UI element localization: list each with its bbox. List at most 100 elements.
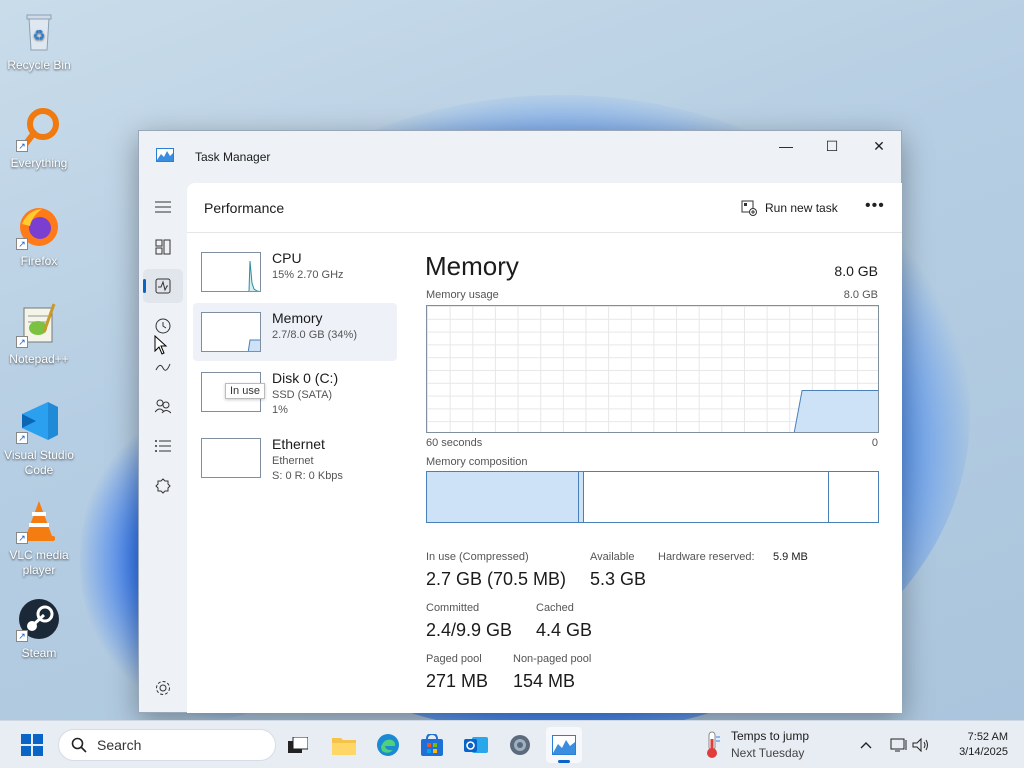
- notepadpp-icon: ↗: [16, 302, 62, 348]
- resource-detail: SSD (SATA): [272, 389, 333, 401]
- start-button[interactable]: [14, 727, 50, 763]
- shortcut-arrow-icon: ↗: [16, 336, 28, 348]
- main-content: Performance Run new task ••• CPU 15% 2.7…: [187, 183, 902, 713]
- hamburger-menu-button[interactable]: [143, 190, 183, 224]
- task-manager-icon: [552, 735, 576, 755]
- non-paged-pool-value: 154 MB: [513, 671, 576, 691]
- edge-button[interactable]: [370, 727, 406, 763]
- taskbar-search[interactable]: Search: [58, 729, 276, 761]
- task-view-button[interactable]: [280, 727, 316, 763]
- search-placeholder: Search: [97, 737, 142, 753]
- system-tray-quick-settings[interactable]: [884, 727, 936, 763]
- nav-users[interactable]: [143, 389, 183, 423]
- mouse-cursor-icon: [154, 335, 168, 355]
- task-manager-taskbar-button[interactable]: [546, 727, 582, 763]
- nav-settings[interactable]: [143, 671, 183, 705]
- page-header: Performance Run new task •••: [187, 183, 902, 233]
- memory-usage-max: 8.0 GB: [843, 289, 878, 301]
- desktop-icon-label: Firefox: [20, 254, 58, 268]
- navigation-sidebar: [139, 183, 187, 713]
- close-button[interactable]: ✕: [856, 131, 902, 161]
- outlook-button[interactable]: [458, 727, 494, 763]
- resource-disk[interactable]: Disk 0 (C:) SSD (SATA) 1%: [193, 363, 397, 421]
- show-hidden-icons-button[interactable]: [852, 727, 880, 763]
- resource-detail: 1%: [272, 404, 288, 416]
- steam-icon: ↗: [16, 596, 62, 642]
- nav-processes[interactable]: [143, 230, 183, 264]
- desktop-icon-recycle-bin[interactable]: ♻ Recycle Bin: [2, 8, 76, 73]
- microsoft-store-icon: [421, 734, 443, 756]
- desktop-icon-label: Notepad++: [9, 352, 69, 366]
- resource-name: Ethernet: [272, 436, 325, 452]
- task-manager-app-icon: [156, 148, 174, 162]
- title-bar[interactable]: Task Manager — ☐ ✕: [139, 131, 901, 183]
- more-options-button[interactable]: •••: [865, 197, 885, 215]
- graph-time-left: 60 seconds: [426, 437, 483, 449]
- window-title: Task Manager: [195, 150, 271, 164]
- committed-value: 2.4/9.9 GB: [426, 620, 513, 640]
- shortcut-arrow-icon: ↗: [16, 140, 28, 152]
- desktop-icon-steam[interactable]: ↗ Steam: [2, 596, 76, 661]
- paged-pool-value: 271 MB: [426, 671, 489, 691]
- svg-text:♻: ♻: [33, 27, 46, 43]
- processes-icon: [155, 239, 171, 255]
- desktop-icon-label: VLC media player: [9, 548, 69, 577]
- available-value: 5.3 GB: [590, 569, 647, 589]
- ethernet-thumbnail-graph: [201, 438, 261, 478]
- desktop-icon-notepadpp[interactable]: ↗ Notepad++: [2, 302, 76, 367]
- memory-total: 8.0 GB: [834, 263, 878, 279]
- volume-icon: [912, 737, 928, 753]
- weather-widget[interactable]: Temps to jump Next Tuesday: [700, 729, 840, 763]
- users-icon: [155, 399, 171, 414]
- desktop-icon-label: Steam: [21, 646, 57, 660]
- memory-title: Memory: [425, 251, 519, 281]
- weather-headline: Temps to jump: [731, 729, 810, 743]
- clock-time: 7:52 AM: [967, 731, 1008, 743]
- memory-composition-bar: [426, 471, 879, 523]
- resource-detail: Ethernet: [272, 455, 314, 467]
- details-icon: [155, 440, 171, 452]
- in-use-value: 2.7 GB (70.5 MB): [426, 569, 567, 589]
- nav-details[interactable]: [143, 429, 183, 463]
- windows-start-icon: [21, 734, 43, 756]
- outlook-icon: [464, 737, 488, 753]
- file-explorer-button[interactable]: [326, 727, 362, 763]
- composition-in-use: [427, 472, 579, 522]
- nav-services[interactable]: [143, 469, 183, 503]
- desktop-icon-vscode[interactable]: ↗ Visual Studio Code: [2, 398, 76, 478]
- close-icon: ✕: [873, 137, 885, 154]
- nav-performance[interactable]: [143, 269, 183, 303]
- run-new-task-icon: [741, 200, 757, 216]
- file-explorer-icon: [332, 738, 356, 755]
- available-label: Available: [590, 551, 635, 563]
- in-use-tooltip: In use: [225, 383, 265, 399]
- resource-detail: S: 0 R: 0 Kbps: [272, 470, 343, 482]
- task-view-icon: [288, 737, 308, 753]
- resource-memory[interactable]: Memory 2.7/8.0 GB (34%): [193, 303, 397, 361]
- committed-label: Committed: [426, 602, 480, 614]
- cpu-thumbnail-graph: [201, 252, 261, 292]
- resource-ethernet[interactable]: Ethernet Ethernet S: 0 R: 0 Kbps: [193, 429, 397, 487]
- settings-button[interactable]: [502, 727, 538, 763]
- memory-usage-graph: [426, 305, 879, 433]
- system-clock[interactable]: 7:52 AM 3/14/2025: [944, 730, 1008, 760]
- network-icon: [890, 738, 907, 752]
- resource-detail: 15% 2.70 GHz: [272, 269, 344, 281]
- maximize-button[interactable]: ☐: [809, 131, 855, 161]
- resource-name: CPU: [272, 250, 302, 266]
- resource-cpu[interactable]: CPU 15% 2.70 GHz: [193, 243, 397, 301]
- task-manager-window: Task Manager — ☐ ✕ Performance Run new t…: [138, 130, 902, 713]
- thermometer-icon: [707, 731, 720, 758]
- store-button[interactable]: [414, 727, 450, 763]
- cached-value: 4.4 GB: [536, 620, 593, 640]
- minimize-button[interactable]: —: [763, 131, 809, 161]
- desktop-icon-label: Everything: [10, 156, 68, 170]
- app-history-icon: [155, 318, 171, 334]
- desktop-icon-everything[interactable]: ↗ Everything: [2, 106, 76, 171]
- chevron-up-icon: [860, 742, 872, 749]
- desktop-icon-firefox[interactable]: ↗ Firefox: [2, 204, 76, 269]
- run-new-task-button[interactable]: Run new task: [741, 197, 838, 219]
- composition-standby-divider: [828, 472, 829, 522]
- shortcut-arrow-icon: ↗: [16, 432, 28, 444]
- desktop-icon-vlc[interactable]: ↗ VLC media player: [2, 498, 76, 578]
